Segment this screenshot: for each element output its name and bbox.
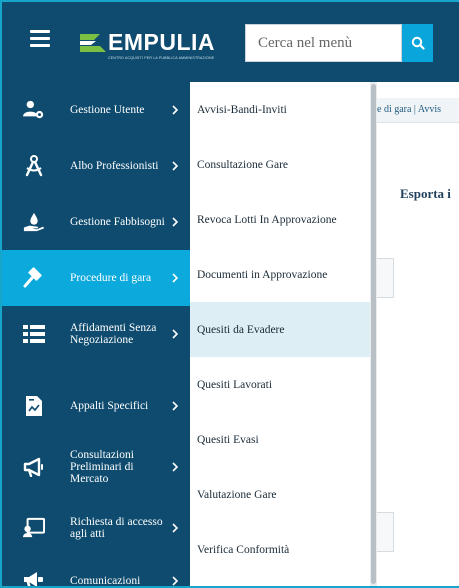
- submenu-item-verifica-conformita[interactable]: Verifica Conformità: [190, 522, 372, 577]
- app-frame: e di gara | Avvis Esporta i EMPULIA CENT…: [0, 0, 459, 588]
- submenu-item-consultazione-gare[interactable]: Consultazione Gare: [190, 137, 372, 192]
- megaphone-icon: [23, 456, 45, 478]
- main-sidebar: Gestione Utente Albo Professionisti Gest…: [2, 82, 190, 587]
- chevron-right-icon: [172, 523, 179, 533]
- sidebar-item-label: Richiesta di accesso agli atti: [70, 516, 163, 540]
- sidebar-item-label: Appalti Specifici: [70, 400, 149, 412]
- filter-field[interactable]: [376, 512, 394, 552]
- sidebar-item-gestione-utente[interactable]: Gestione Utente: [2, 82, 190, 138]
- sidebar-item-gestione-fabbisogni[interactable]: Gestione Fabbisogni: [2, 194, 190, 250]
- sidebar-item-label: Comunicazioni: [70, 575, 141, 587]
- menu-search-input[interactable]: [246, 25, 401, 61]
- submenu-item-revoca-lotti[interactable]: Revoca Lotti In Approvazione: [190, 192, 372, 247]
- sidebar-item-consultazioni-preliminari[interactable]: Consultazioni Preliminari di Mercato: [2, 434, 190, 500]
- search-button[interactable]: [402, 24, 433, 62]
- chevron-right-icon: [172, 576, 179, 586]
- breadcrumb: e di gara | Avvis: [371, 98, 459, 122]
- submenu-item-quesiti-da-evadere[interactable]: Quesiti da Evadere: [190, 302, 372, 357]
- sidebar-item-affidamenti-senza-negoziazione[interactable]: Affidamenti Senza Negoziazione: [2, 306, 190, 362]
- search-icon: [411, 36, 425, 50]
- sidebar-item-label: Gestione Fabbisogni: [70, 216, 165, 228]
- sidebar-item-label: Albo Professionisti: [70, 160, 159, 172]
- logo-subtitle: CENTRO ACQUISTI PER LA PUBBLICA AMMINIST…: [108, 56, 215, 60]
- divider: [371, 122, 459, 123]
- chevron-right-icon: [172, 161, 179, 171]
- chevron-right-icon: [172, 329, 179, 339]
- document-chart-icon: [23, 395, 45, 417]
- tab-export[interactable]: Esporta i: [400, 186, 451, 202]
- presentation-user-icon: [23, 517, 45, 539]
- submenu-item-label: Valutazione Gare: [197, 488, 277, 501]
- procedure-di-gara-submenu: Avvisi-Bandi-Inviti Consultazione Gare R…: [190, 82, 372, 586]
- compass-icon: [23, 155, 45, 177]
- sidebar-item-label: Gestione Utente: [70, 104, 145, 116]
- sidebar-item-label: Affidamenti Senza Negoziazione: [70, 322, 157, 346]
- sidebar-item-procedure-di-gara[interactable]: Procedure di gara: [2, 250, 190, 306]
- list-icon: [23, 323, 45, 345]
- sidebar-item-richiesta-accesso-atti[interactable]: Richiesta di accesso agli atti: [2, 500, 190, 556]
- megaphone-alt-icon: [23, 570, 45, 586]
- sidebar-item-comunicazioni[interactable]: Comunicazioni: [2, 556, 190, 587]
- hand-drop-icon: [23, 211, 45, 233]
- submenu-item-documenti-approvazione[interactable]: Documenti in Approvazione: [190, 247, 372, 302]
- submenu-item-valutazione-gare[interactable]: Valutazione Gare: [190, 467, 372, 522]
- submenu-item-label: Avvisi-Bandi-Inviti: [197, 103, 287, 116]
- submenu-scrollbar-thumb[interactable]: [371, 84, 376, 584]
- submenu-item-label: Revoca Lotti In Approvazione: [197, 213, 337, 226]
- chevron-right-icon: [172, 462, 179, 472]
- submenu-item-label: Documenti in Approvazione: [197, 268, 328, 281]
- menu-search-field[interactable]: [245, 24, 402, 62]
- filter-field[interactable]: [376, 258, 394, 298]
- chevron-right-icon: [172, 217, 179, 227]
- submenu-item-avvisi-bandi-inviti[interactable]: Avvisi-Bandi-Inviti: [190, 82, 372, 137]
- submenu-item-label: Verifica Conformità: [197, 543, 290, 556]
- sidebar-item-appalti-specifici[interactable]: Appalti Specifici: [2, 378, 190, 434]
- chevron-right-icon: [172, 401, 179, 411]
- logo-mark-icon: [80, 34, 106, 52]
- submenu-item-quesiti-evasi[interactable]: Quesiti Evasi: [190, 412, 372, 467]
- chevron-right-icon: [172, 273, 179, 283]
- submenu-item-label: Quesiti da Evadere: [197, 323, 285, 336]
- empulia-logo[interactable]: EMPULIA CENTRO ACQUISTI PER LA PUBBLICA …: [78, 28, 228, 60]
- users-gear-icon: [23, 99, 45, 121]
- sidebar-item-label: Consultazioni Preliminari di Mercato: [70, 449, 134, 485]
- submenu-item-quesiti-lavorati[interactable]: Quesiti Lavorati: [190, 357, 372, 412]
- submenu-item-label: Quesiti Evasi: [197, 433, 259, 446]
- sidebar-item-albo-professionisti[interactable]: Albo Professionisti: [2, 138, 190, 194]
- top-header: EMPULIA CENTRO ACQUISTI PER LA PUBBLICA …: [2, 2, 459, 82]
- hamburger-menu-icon[interactable]: [30, 30, 50, 48]
- sidebar-item-label: Procedure di gara: [70, 272, 152, 284]
- logo-text: EMPULIA: [108, 29, 215, 55]
- submenu-item-label: Consultazione Gare: [197, 158, 289, 171]
- submenu-item-label: Quesiti Lavorati: [197, 378, 273, 391]
- gavel-icon: [23, 267, 45, 289]
- chevron-right-icon: [172, 105, 179, 115]
